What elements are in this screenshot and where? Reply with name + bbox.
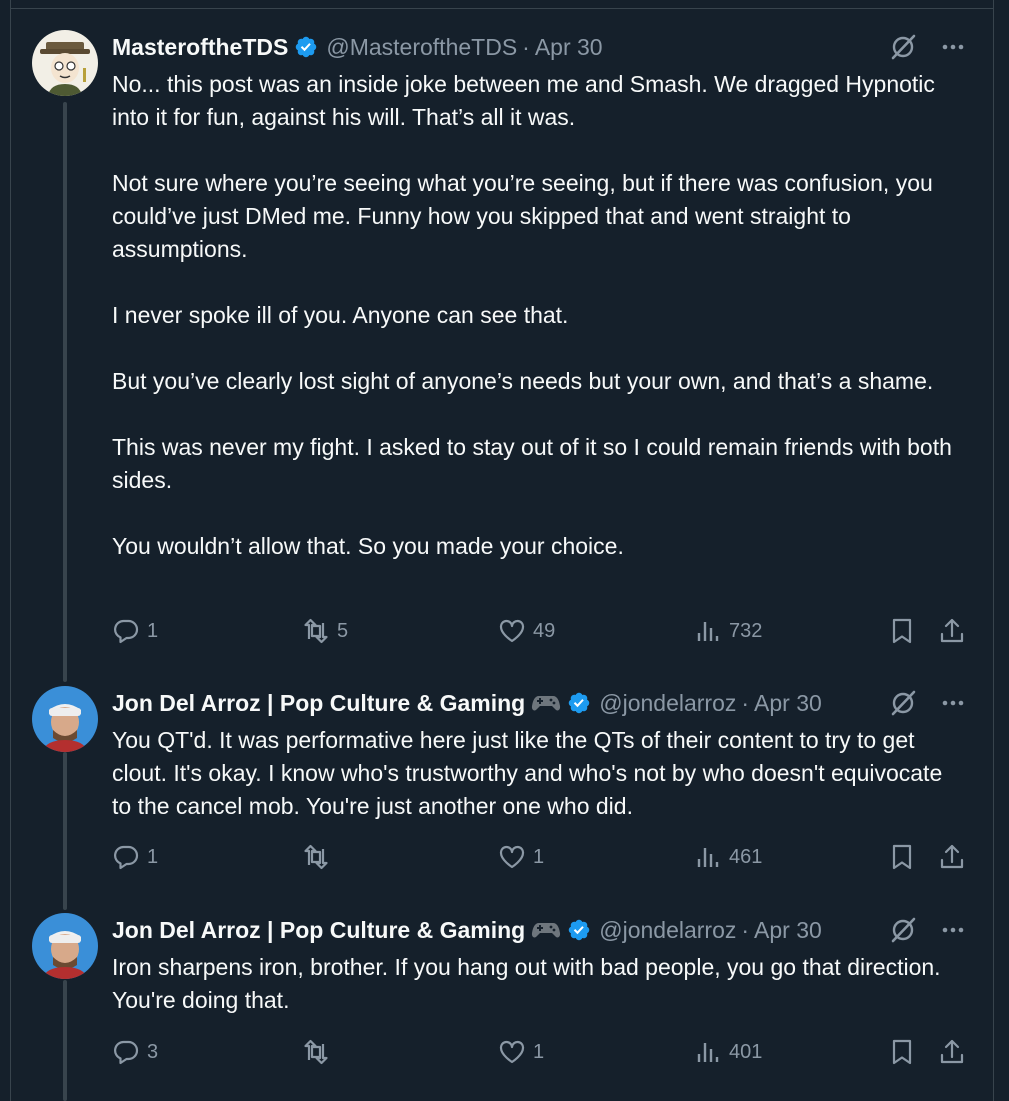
heart-icon [498, 617, 526, 645]
gamepad-icon [531, 691, 561, 715]
separator-dot: · [741, 689, 750, 716]
tweet-actions: 3 1 401 [112, 1038, 972, 1068]
more-options-icon[interactable] [939, 916, 967, 944]
bookmark-button[interactable] [888, 617, 916, 645]
photo-avatar-icon [32, 686, 98, 752]
thread-connector [63, 980, 67, 1101]
bookmark-icon [888, 843, 916, 871]
tweet-text: Iron sharpens iron, brother. If you hang… [112, 951, 962, 1017]
avatar[interactable] [32, 686, 98, 752]
tweet-header: Jon Del Arroz | Pop Culture & Gaming @jo… [112, 915, 969, 945]
tweet-paragraph: I never spoke ill of you. Anyone can see… [112, 302, 569, 328]
reply-count: 3 [147, 1040, 159, 1063]
repost-icon [302, 843, 330, 871]
share-button[interactable] [938, 843, 966, 871]
author-name[interactable]: Jon Del Arroz | Pop Culture & Gaming [112, 917, 525, 944]
share-icon [938, 617, 966, 645]
share-icon [938, 1038, 966, 1066]
repost-button[interactable] [302, 843, 337, 871]
bookmark-icon [888, 617, 916, 645]
photo-avatar-icon [32, 913, 98, 979]
grok-icon[interactable] [889, 33, 917, 61]
author-handle[interactable]: @MasteroftheTDS [326, 34, 517, 61]
repost-button[interactable] [302, 1038, 337, 1066]
separator-dot: · [522, 33, 530, 60]
more-options-icon[interactable] [939, 689, 967, 717]
view-count: 461 [729, 845, 763, 868]
tweet-paragraph: Not sure where you’re seeing what you’re… [112, 170, 933, 262]
header-actions [889, 32, 967, 62]
like-count: 49 [533, 619, 556, 642]
verified-badge-icon[interactable] [294, 35, 318, 59]
more-options-icon[interactable] [939, 33, 967, 61]
thread-connector [63, 102, 67, 682]
bookmark-button[interactable] [888, 1038, 916, 1066]
reply-icon [112, 1038, 140, 1066]
tweet-paragraph: You wouldn’t allow that. So you made you… [112, 533, 624, 559]
views-icon [694, 843, 722, 871]
verified-badge-icon[interactable] [567, 918, 591, 942]
thread-connector [63, 752, 67, 910]
views-icon [694, 617, 722, 645]
repost-count: 5 [337, 619, 349, 642]
like-button[interactable]: 1 [498, 843, 544, 871]
like-count: 1 [533, 845, 545, 868]
views-icon [694, 1038, 722, 1066]
reply-count: 1 [147, 619, 159, 642]
separator-dot: · [741, 916, 750, 943]
repost-icon [302, 617, 330, 645]
like-count: 1 [533, 1040, 545, 1063]
post-date[interactable]: Apr 30 [754, 917, 822, 944]
gamepad-icon [531, 918, 561, 942]
share-button[interactable] [938, 617, 966, 645]
reply-icon [112, 843, 140, 871]
author-handle[interactable]: @jondelarroz [599, 690, 736, 717]
like-button[interactable]: 49 [498, 617, 555, 645]
tweet-actions: 1 1 461 [112, 843, 972, 873]
tweet-paragraph: This was never my fight. I asked to stay… [112, 434, 952, 493]
views-button[interactable]: 732 [694, 617, 762, 645]
author-name[interactable]: MasteroftheTDS [112, 34, 288, 61]
tweet-paragraph: You QT'd. It was performative here just … [112, 727, 943, 819]
bookmark-button[interactable] [888, 843, 916, 871]
header-actions [889, 915, 967, 945]
reply-button[interactable]: 1 [112, 617, 158, 645]
tweet-header: Jon Del Arroz | Pop Culture & Gaming @jo… [112, 688, 969, 718]
like-button[interactable]: 1 [498, 1038, 544, 1066]
tweet-header: MasteroftheTDS @MasteroftheTDS · Apr 30 [112, 32, 969, 62]
tweet-paragraph: But you’ve clearly lost sight of anyone’… [112, 368, 934, 394]
view-count: 732 [729, 619, 763, 642]
post-date[interactable]: Apr 30 [535, 34, 603, 61]
tweet-paragraph: Iron sharpens iron, brother. If you hang… [112, 954, 941, 1013]
heart-icon [498, 1038, 526, 1066]
views-button[interactable]: 401 [694, 1038, 762, 1066]
tweet-actions: 1 5 49 732 [112, 617, 972, 647]
avatar[interactable] [32, 913, 98, 979]
reply-icon [112, 617, 140, 645]
header-actions [889, 688, 967, 718]
bookmark-icon [888, 1038, 916, 1066]
view-count: 401 [729, 1040, 763, 1063]
reply-button[interactable]: 3 [112, 1038, 158, 1066]
views-button[interactable]: 461 [694, 843, 762, 871]
author-handle[interactable]: @jondelarroz [599, 917, 736, 944]
repost-button[interactable]: 5 [302, 617, 348, 645]
repost-icon [302, 1038, 330, 1066]
reply-button[interactable]: 1 [112, 843, 158, 871]
grok-icon[interactable] [889, 916, 917, 944]
reply-count: 1 [147, 845, 159, 868]
tweet-text: No... this post was an inside joke betwe… [112, 68, 962, 563]
post-date[interactable]: Apr 30 [754, 690, 822, 717]
heart-icon [498, 843, 526, 871]
tweet-paragraph: No... this post was an inside joke betwe… [112, 71, 935, 130]
tweet-text: You QT'd. It was performative here just … [112, 724, 962, 823]
cartoon-avatar-icon [32, 30, 98, 96]
grok-icon[interactable] [889, 689, 917, 717]
verified-badge-icon[interactable] [567, 691, 591, 715]
author-name[interactable]: Jon Del Arroz | Pop Culture & Gaming [112, 690, 525, 717]
avatar[interactable] [32, 30, 98, 96]
share-icon [938, 843, 966, 871]
share-button[interactable] [938, 1038, 966, 1066]
